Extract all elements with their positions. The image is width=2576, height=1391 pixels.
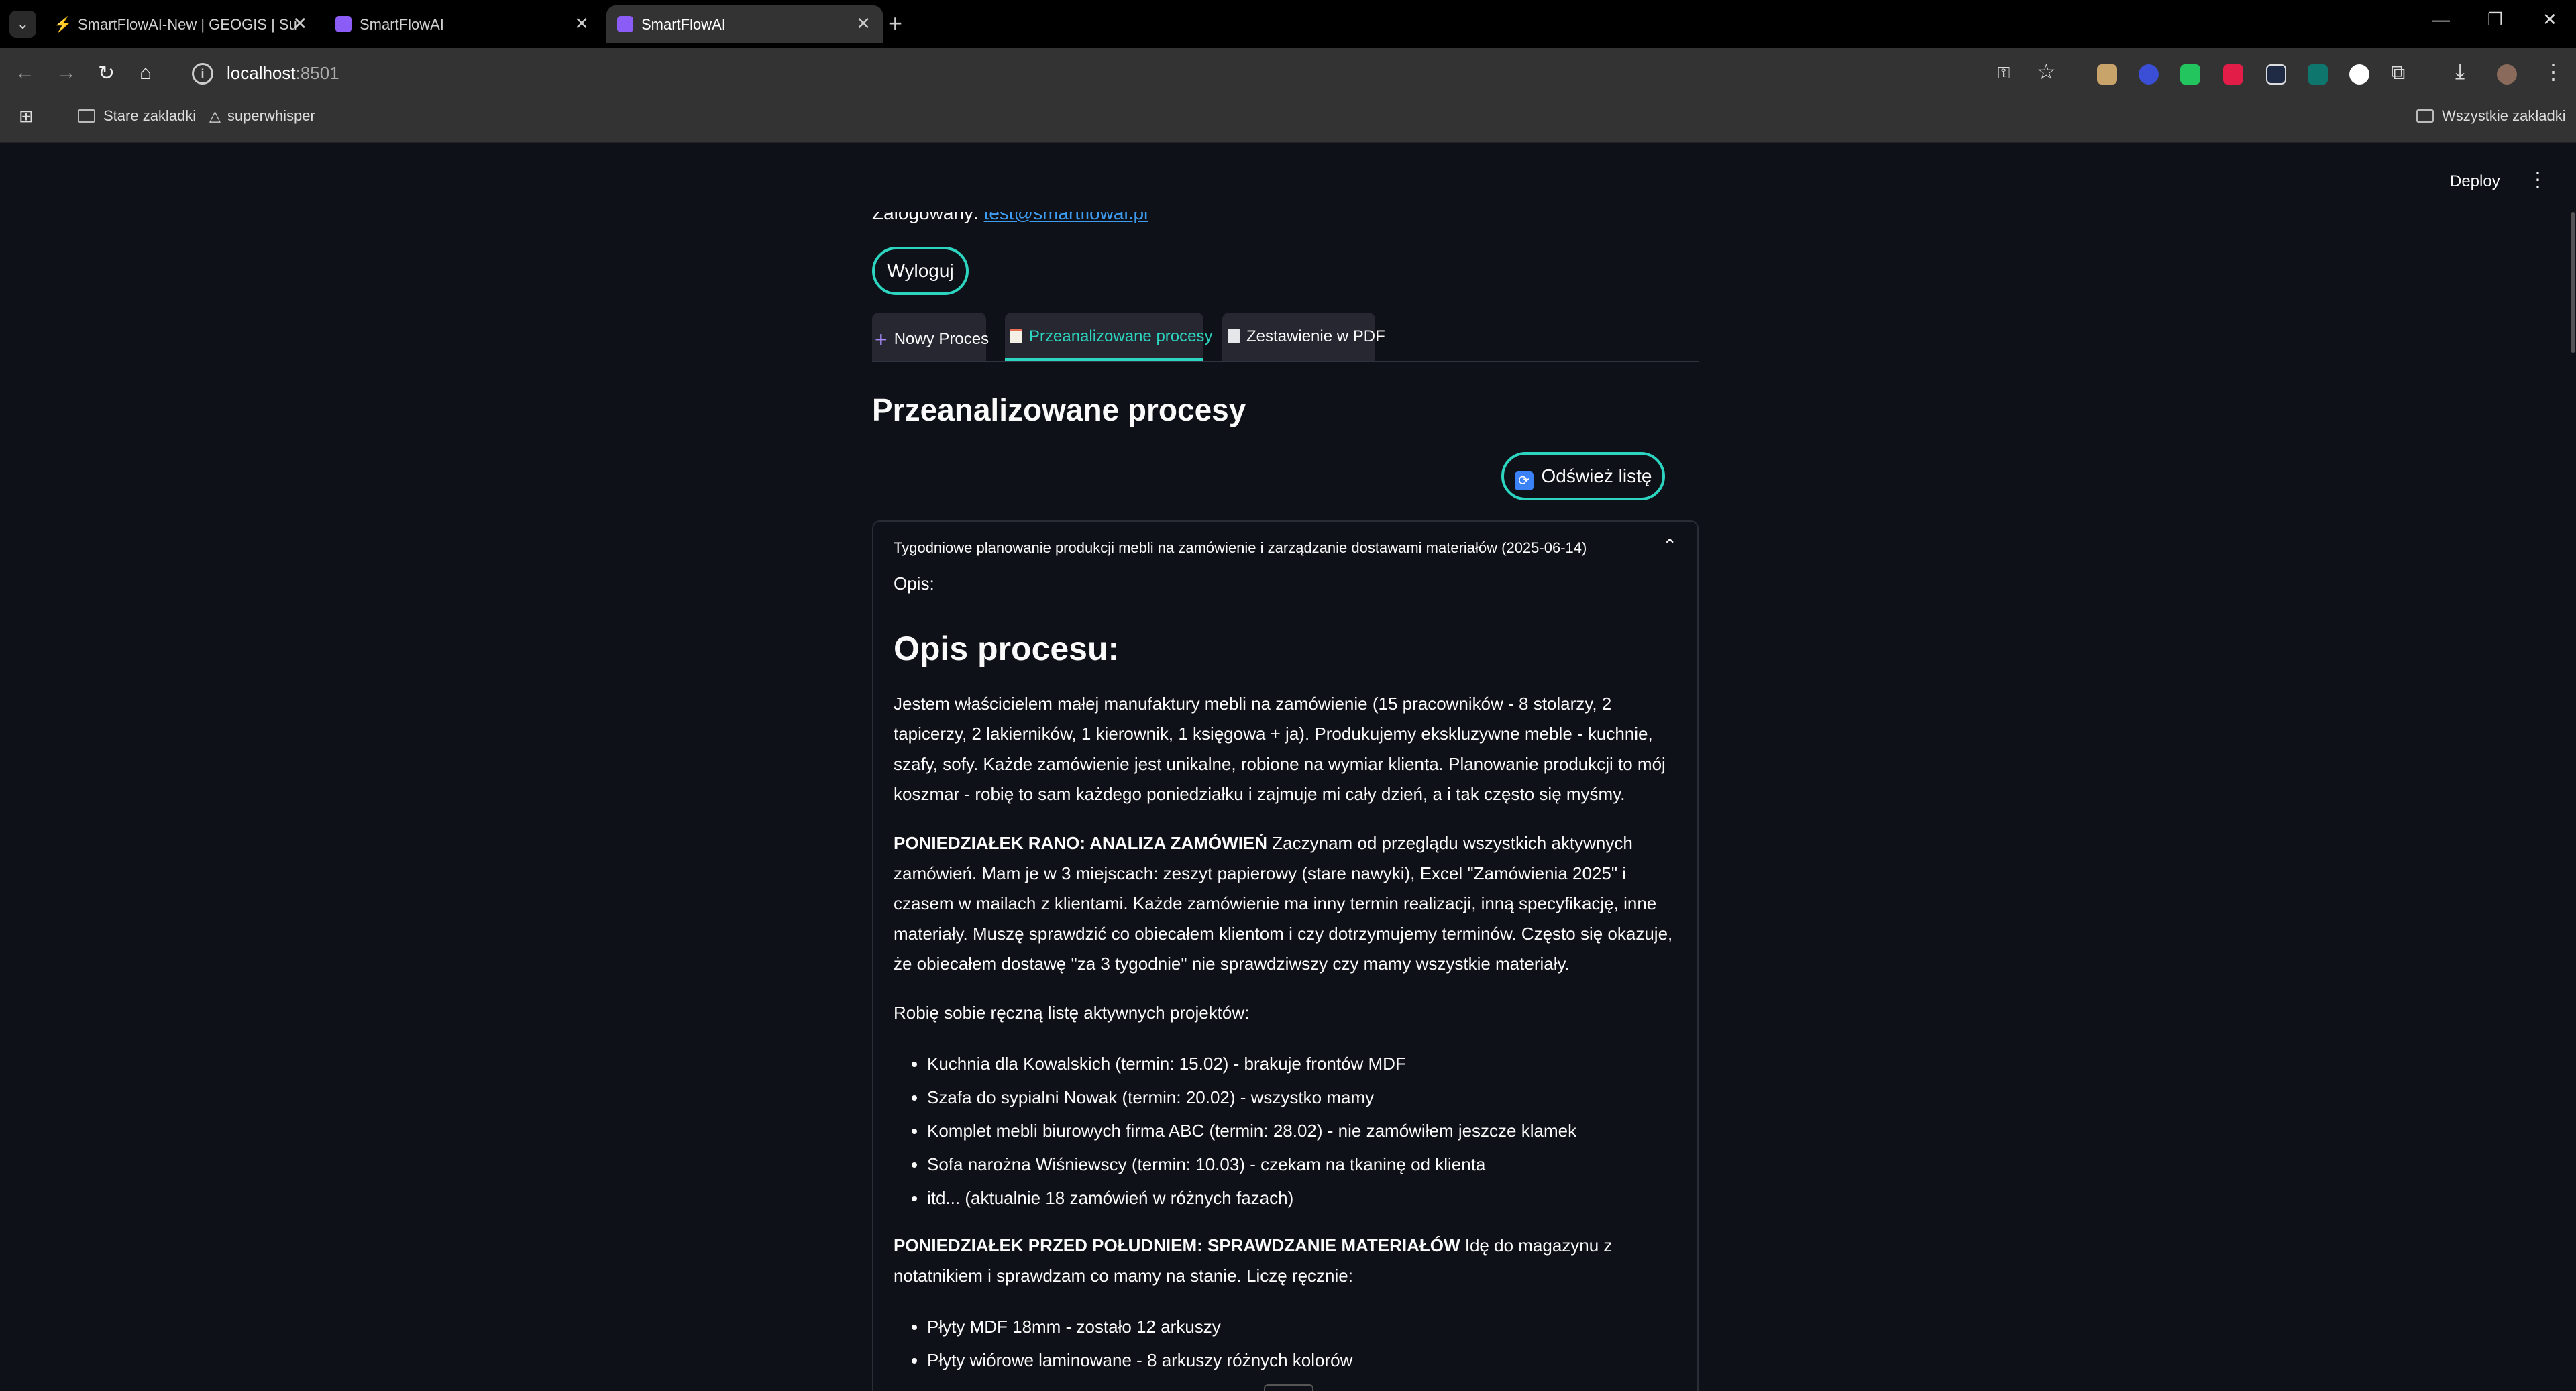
triangle-icon: △ xyxy=(209,107,221,124)
app-header: Deploy ⋮ xyxy=(0,143,2576,212)
list-item: Płyty wiórowe laminowane - 8 arkuszy róż… xyxy=(927,1343,1678,1377)
home-icon[interactable]: ⌂ xyxy=(140,62,152,85)
plus-icon: + xyxy=(875,327,888,351)
app-menu-kebab-icon[interactable]: ⋮ xyxy=(2528,168,2548,192)
extension-7-icon[interactable] xyxy=(2349,64,2369,85)
smartflowai-favicon-icon xyxy=(617,16,633,32)
list-item: Sofa narożna Wiśniewscy (termin: 10.03) … xyxy=(927,1148,1678,1181)
tab-new-process[interactable]: + Nowy Proces xyxy=(872,313,989,361)
extensions-puzzle-icon[interactable]: ⧉ xyxy=(2391,62,2405,85)
url-host: localhost xyxy=(227,63,296,83)
materials-list: Płyty MDF 18mm - zostało 12 arkuszy Płyt… xyxy=(894,1310,1678,1377)
close-tab-icon[interactable]: ✕ xyxy=(856,13,871,34)
tab-pdf-summary[interactable]: Zestawienie w PDF xyxy=(1222,313,1385,361)
list-item: Kuchnia dla Kowalskich (termin: 15.02) -… xyxy=(927,1047,1678,1080)
close-tab-icon[interactable]: ✕ xyxy=(292,13,307,34)
logged-label: Zalogowany: xyxy=(872,212,979,223)
window-close-icon[interactable]: ✕ xyxy=(2542,9,2557,30)
section-tabs: + Nowy Proces Przeanalizowane procesy Zes… xyxy=(872,313,1699,362)
clipboard-icon xyxy=(1010,329,1022,343)
profile-avatar[interactable] xyxy=(2497,64,2517,85)
restore-icon[interactable]: ❐ xyxy=(2487,9,2503,30)
refresh-icon: ⟳ xyxy=(1514,471,1534,490)
section-text-orders: Zaczynam od przeglądu wszystkich aktywny… xyxy=(894,833,1673,974)
extension-6-icon[interactable] xyxy=(2308,64,2328,85)
section-heading-orders: PONIEDZIAŁEK RANO: ANALIZA ZAMÓWIEŃ xyxy=(894,833,1268,853)
extension-1-icon[interactable] xyxy=(2097,64,2117,85)
address-bar[interactable]: localhost:8501 xyxy=(227,63,339,84)
browser-menu-kebab-icon[interactable]: ⋮ xyxy=(2542,59,2564,85)
reload-icon[interactable]: ↻ xyxy=(98,62,115,85)
list-intro: Robię sobie ręczną listę aktywnych proje… xyxy=(894,1003,1250,1023)
list-item: Szafa do sypialni Nowak (termin: 20.02) … xyxy=(927,1080,1678,1114)
extension-2-icon[interactable] xyxy=(2139,64,2159,85)
folder-icon xyxy=(2416,109,2434,123)
page-title: Przeanalizowane procesy xyxy=(872,392,1246,427)
shield-extension-icon[interactable] xyxy=(2180,64,2200,85)
process-expander: Tygodniowe planowanie produkcji mebli na… xyxy=(872,520,1699,1391)
tab-search-chevron-icon[interactable]: ⌄ xyxy=(9,11,36,38)
activity-icon: ⚡ xyxy=(54,16,72,33)
apps-grid-icon[interactable]: ⊞ xyxy=(19,106,34,127)
user-email-link[interactable]: test@smartflowai.pl xyxy=(984,212,1148,223)
bottom-scroll-indicator xyxy=(1264,1384,1313,1391)
bookmark-star-icon[interactable]: ☆ xyxy=(2037,59,2056,85)
site-info-icon[interactable]: i xyxy=(192,63,213,85)
browser-tab-geogis[interactable]: ⚡ SmartFlowAI-New | GEOGIS | Su ✕ xyxy=(43,5,319,43)
password-key-icon[interactable]: ⚿ xyxy=(1998,64,2010,83)
minimize-icon[interactable]: — xyxy=(2432,9,2450,30)
extension-5-icon[interactable] xyxy=(2266,64,2286,85)
active-projects-list: Kuchnia dla Kowalskich (termin: 15.02) -… xyxy=(894,1047,1678,1215)
close-tab-icon[interactable]: ✕ xyxy=(574,13,589,34)
smartflowai-favicon-icon xyxy=(335,16,352,32)
bookmark-folder-all[interactable]: Wszystkie zakładki xyxy=(2416,107,2566,125)
section-heading-materials: PONIEDZIAŁEK PRZED POŁUDNIEM: SPRAWDZANI… xyxy=(894,1235,1460,1256)
paragraph-monday-noon: PONIEDZIAŁEK PRZED POŁUDNIEM: SPRAWDZANI… xyxy=(894,1231,1678,1291)
extension-4-icon[interactable] xyxy=(2223,64,2243,85)
browser-tab-smartflowai-active[interactable]: SmartFlowAI ✕ xyxy=(606,5,883,43)
bookmarks-bar: ⊞ Stare zakladki △ superwhisper Wszystkie… xyxy=(0,101,2576,143)
list-item: Komplet mebli biurowych firma ABC (termi… xyxy=(927,1114,1678,1148)
browser-tab-strip: ⌄ ⚡ SmartFlowAI-New | GEOGIS | Su ✕ Smar… xyxy=(0,0,2576,48)
browser-tab-smartflowai-1[interactable]: SmartFlowAI ✕ xyxy=(325,5,601,43)
forward-arrow-icon[interactable]: → xyxy=(56,62,76,85)
deploy-button[interactable]: Deploy xyxy=(2450,172,2500,191)
bookmark-folder-stare-zakladki[interactable]: Stare zakladki xyxy=(78,107,196,125)
main-content: Zalogowany: test@smartflowai.pl Wyloguj … xyxy=(872,212,1699,1391)
list-item: itd... (aktualnie 18 zamówień w różnych … xyxy=(927,1181,1678,1215)
logout-button[interactable]: Wyloguj xyxy=(872,247,969,295)
new-tab-plus-icon[interactable]: + xyxy=(888,9,902,38)
chevron-up-icon[interactable]: ⌃ xyxy=(1662,535,1677,556)
tab-analyzed-processes[interactable]: Przeanalizowane procesy xyxy=(1005,313,1212,361)
description-heading: Opis procesu: xyxy=(894,630,1120,667)
download-icon[interactable]: ⤓ xyxy=(2455,59,2465,85)
logged-in-info: Zalogowany: test@smartflowai.pl xyxy=(872,212,1148,224)
opis-label: Opis: xyxy=(894,573,934,594)
url-port: :8501 xyxy=(295,63,339,83)
page-scrollbar[interactable] xyxy=(2571,212,2575,353)
bookmark-superwhisper[interactable]: △ superwhisper xyxy=(209,107,315,125)
paragraph-monday-morning: PONIEDZIAŁEK RANO: ANALIZA ZAMÓWIEŃ Zacz… xyxy=(894,828,1678,979)
refresh-list-button[interactable]: ⟳ Odśwież listę xyxy=(1501,452,1665,500)
paragraph-intro: Jestem właścicielem małej manufaktury me… xyxy=(894,693,1666,804)
browser-toolbar: ← → ↻ ⌂ i localhost:8501 ⚿ ☆ ⧉ ⤓ ⋮ xyxy=(0,48,2576,101)
document-icon xyxy=(1228,329,1240,343)
list-item: Płyty MDF 18mm - zostało 12 arkuszy xyxy=(927,1310,1678,1343)
expander-title[interactable]: Tygodniowe planowanie produkcji mebli na… xyxy=(894,539,1587,557)
process-description: Opis: Opis procesu: Jestem właścicielem … xyxy=(894,569,1678,1391)
back-arrow-icon[interactable]: ← xyxy=(15,62,35,85)
folder-icon xyxy=(78,109,95,123)
